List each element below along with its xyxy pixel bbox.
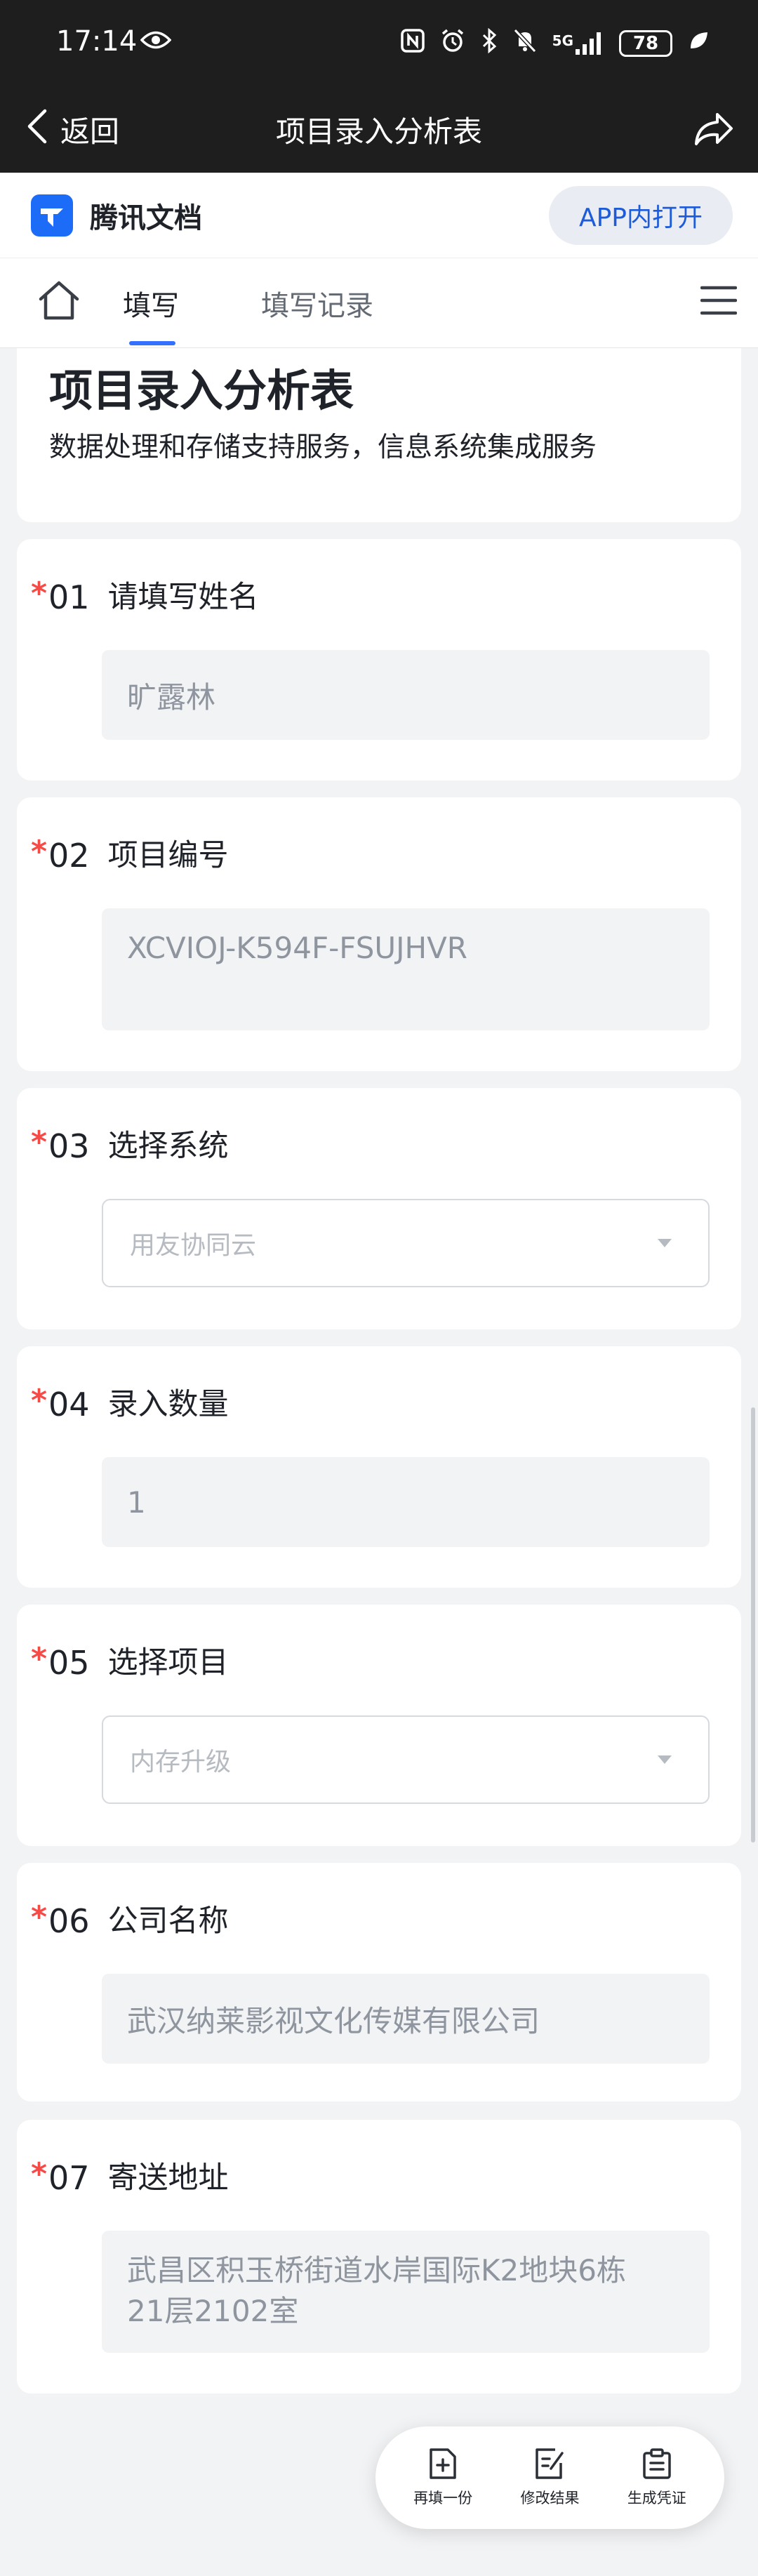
shipping-address-input[interactable]: 武昌区积玉桥街道水岸国际K2地块6栋 21层2102室 [102, 2231, 710, 2353]
question-title: 选择项目 [107, 1645, 229, 1680]
home-icon [39, 281, 79, 320]
generate-voucher-button[interactable]: 生成凭证 [608, 2448, 706, 2508]
project-number-input[interactable]: XCVIOJ-K594F-FSUJHVR [102, 908, 710, 1030]
project-selected-value: 内存升级 [130, 1748, 232, 1777]
question-header: * 02 项目编号 [31, 834, 229, 875]
question-header: * 04 录入数量 [31, 1383, 229, 1423]
alarm-icon [440, 28, 465, 59]
share-icon [695, 113, 733, 145]
question-title: 公司名称 [107, 1904, 229, 1939]
tab-bar: 填写 填写记录 [0, 258, 758, 348]
company-name-value: 武汉纳莱影视文化传媒有限公司 [127, 2003, 540, 2038]
required-mark: * [31, 576, 48, 611]
open-in-app-button[interactable]: APP内打开 [549, 186, 733, 245]
question-number: 06 [48, 1902, 90, 1940]
required-mark: * [31, 1124, 48, 1160]
back-label: 返回 [60, 114, 120, 149]
system-selected-value: 用友协同云 [130, 1231, 257, 1260]
question-title: 项目编号 [107, 838, 229, 873]
home-button[interactable] [36, 279, 81, 324]
status-bar: 17:14 5G 78 [0, 0, 758, 86]
edit-result-label: 修改结果 [520, 2490, 580, 2507]
required-mark: * [31, 1641, 48, 1677]
status-time: 17:14 [56, 25, 138, 58]
required-mark: * [31, 2156, 48, 2192]
question-title: 录入数量 [107, 1387, 229, 1422]
company-name-input[interactable]: 武汉纳莱影视文化传媒有限公司 [102, 1974, 710, 2064]
mute-icon [513, 28, 537, 59]
question-title: 选择系统 [107, 1129, 229, 1164]
network-type: 5G [552, 32, 573, 49]
form-title: 项目录入分析表 [49, 365, 354, 416]
floating-action-bar: 再填一份 修改结果 生成凭证 [375, 2426, 724, 2529]
question-title: 寄送地址 [107, 2160, 229, 2196]
project-number-value: XCVIOJ-K594F-FSUJHVR [127, 931, 467, 965]
question-card: * 07 寄送地址 武昌区积玉桥街道水岸国际K2地块6栋 21层2102室 [17, 2120, 741, 2394]
refill-button[interactable]: 再填一份 [394, 2448, 492, 2508]
required-mark: * [31, 1383, 48, 1419]
question-header: * 07 寄送地址 [31, 2156, 229, 2197]
signal-icon: 5G [552, 32, 604, 55]
status-icons: 5G 78 [400, 27, 709, 59]
bluetooth-icon [481, 27, 498, 59]
question-card: * 03 选择系统 用友协同云 [17, 1088, 741, 1329]
question-header: * 03 选择系统 [31, 1124, 229, 1165]
clipboard-icon [643, 2448, 671, 2479]
required-mark: * [31, 1899, 48, 1935]
tab-fill[interactable]: 填写 [123, 258, 179, 348]
quantity-value: 1 [127, 1485, 146, 1520]
form-description: 数据处理和存储支持服务，信息系统集成服务 [49, 432, 597, 463]
tencent-docs-logo-icon [31, 194, 73, 237]
caret-down-icon [658, 1239, 672, 1247]
generate-voucher-label: 生成凭证 [627, 2490, 686, 2507]
address-line: 21层2102室 [127, 2294, 299, 2328]
question-card: * 04 录入数量 1 [17, 1346, 741, 1588]
refill-label: 再填一份 [413, 2490, 473, 2507]
eye-icon [140, 29, 172, 53]
question-card: * 05 选择项目 内存升级 [17, 1605, 741, 1846]
form-header-card: 项目录入分析表 数据处理和存储支持服务，信息系统集成服务 [17, 348, 741, 522]
question-number: 07 [48, 2159, 90, 2197]
question-header: * 06 公司名称 [31, 1899, 229, 1940]
quantity-input[interactable]: 1 [102, 1457, 710, 1547]
scrollbar-thumb[interactable] [751, 1407, 755, 1843]
address-line: 武昌区积玉桥街道水岸国际K2地块6栋 [127, 2253, 626, 2288]
brand-name: 腾讯文档 [90, 202, 202, 234]
name-value: 旷露林 [127, 679, 216, 715]
question-card: * 06 公司名称 武汉纳莱影视文化传媒有限公司 [17, 1863, 741, 2102]
question-number: 03 [48, 1127, 90, 1165]
name-input[interactable]: 旷露林 [102, 650, 710, 740]
project-select[interactable]: 内存升级 [102, 1715, 710, 1804]
question-number: 04 [48, 1386, 90, 1423]
battery-indicator: 78 [619, 30, 672, 57]
system-select[interactable]: 用友协同云 [102, 1199, 710, 1287]
question-title: 请填写姓名 [107, 580, 259, 615]
edit-result-button[interactable]: 修改结果 [500, 2448, 599, 2508]
tab-fill-records[interactable]: 填写记录 [261, 258, 373, 348]
leaf-icon [688, 30, 709, 57]
edit-document-icon [536, 2448, 564, 2479]
question-header: * 01 请填写姓名 [31, 576, 259, 616]
question-card: * 01 请填写姓名 旷露林 [17, 539, 741, 781]
required-mark: * [31, 834, 48, 870]
hamburger-menu-icon [700, 286, 738, 315]
question-header: * 05 选择项目 [31, 1641, 229, 1682]
question-number: 05 [48, 1644, 90, 1682]
question-number: 02 [48, 837, 90, 875]
brand-bar: 腾讯文档 APP内打开 [0, 173, 758, 258]
app-nav-bar: 返回 项目录入分析表 [0, 86, 758, 173]
share-button[interactable] [693, 110, 734, 151]
caret-down-icon [658, 1755, 672, 1764]
menu-button[interactable] [700, 282, 738, 321]
add-document-icon [430, 2448, 456, 2479]
question-card: * 02 项目编号 XCVIOJ-K594F-FSUJHVR [17, 797, 741, 1071]
active-tab-indicator [129, 341, 175, 345]
question-number: 01 [48, 578, 90, 616]
chevron-left-icon [27, 108, 48, 152]
nfc-icon [400, 29, 425, 58]
back-button[interactable]: 返回 [27, 86, 119, 173]
